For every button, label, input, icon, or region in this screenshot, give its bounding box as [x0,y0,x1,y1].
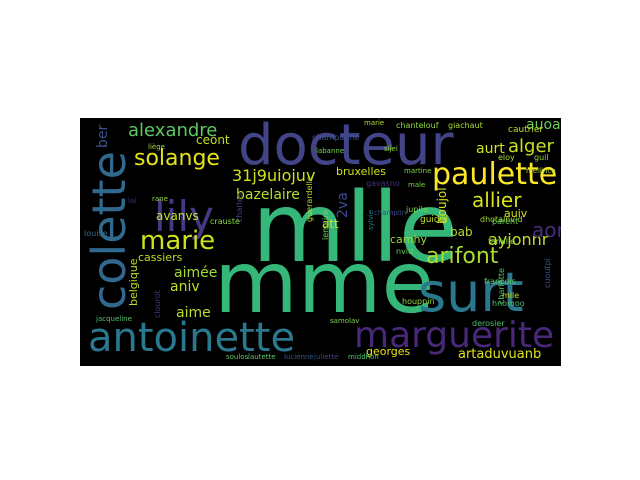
word-arifont: arifont [426,244,499,269]
word-aord: aord [532,218,561,242]
word-cuoutpi: cuoutpi [543,258,552,288]
word-cassiers: cassiers [138,251,183,264]
word-chantelouf: chantelouf [396,121,439,130]
word-2va: 2va [335,192,351,218]
word-aniv: aniv [170,279,200,295]
word-cloud: mlle mme docteur surt antoinette marguer… [80,118,561,366]
word-camhy: camhy [390,233,427,246]
word-paulette: paulette [432,157,558,192]
word-solange: solange [134,146,220,171]
word-gavasno: gavasno [366,179,400,188]
word-guidel: guidel [420,215,448,225]
word-soulos: soulos [226,353,249,361]
word-bruxelles: bruxelles [336,165,387,178]
word-parent: parent [492,217,519,226]
word-champagne: champagne [312,133,360,142]
word-juliette: juliette [314,353,339,361]
word-ceont: ceont [196,133,230,147]
word-aine: aime [176,305,211,321]
word-ber: ber [95,124,111,148]
word-lemaire: lemaire [321,209,330,240]
word-artaduvuanb: artaduvuanb [458,347,542,362]
word-aimee: aimée [174,265,218,281]
word-antoinette: antoinette [88,315,296,361]
word-mile: mile [502,291,520,300]
word-louise: louise [84,229,108,238]
word-crauste: crauste [210,217,240,226]
word-lautette: lautette [248,353,276,361]
word-famille: famille [488,237,516,246]
word-sylvie: sylvie [367,209,375,230]
word-clourot: clourot [153,290,162,318]
word-hnomoo: hnomoo [492,299,525,308]
word-labanne: labanne [316,147,345,155]
word-bazelaire: bazelaire [236,187,300,203]
word-champlin: champlin [374,209,407,217]
word-guil: guil [534,153,549,162]
word-martine: martine [404,167,432,175]
word-guerardelle: guerardelle [305,176,314,222]
word-eloy: eloy [498,153,515,162]
word-samolav: samolav [330,317,360,325]
word-derosier: derosier [472,319,505,328]
word-jupile: jupile [406,205,428,214]
word-marie-small: marie [364,119,385,127]
word-belgique: belgique [127,258,140,306]
word-mellince: mellince [526,167,556,175]
word-31j9uiojuv: 31j9uiojuv [232,166,316,185]
word-nvid: nvid [396,247,414,256]
word-bab: bab [450,225,473,239]
word-rane: rane [152,195,168,203]
word-jacqueline: jacqueline [96,315,132,323]
word-houppin: houppin [402,297,435,306]
word-cautrier: cautrier [508,125,544,135]
word-male: male [408,181,426,189]
word-avanvs: avanvs [156,209,199,223]
word-giachaut: giachaut [448,121,483,130]
word-lai: lai [128,197,137,205]
word-liege: liège [148,143,165,151]
word-sijei: sijei [384,145,398,153]
word-middhoh: middhoh [348,353,379,361]
word-lucienne: lucienne [284,353,314,361]
